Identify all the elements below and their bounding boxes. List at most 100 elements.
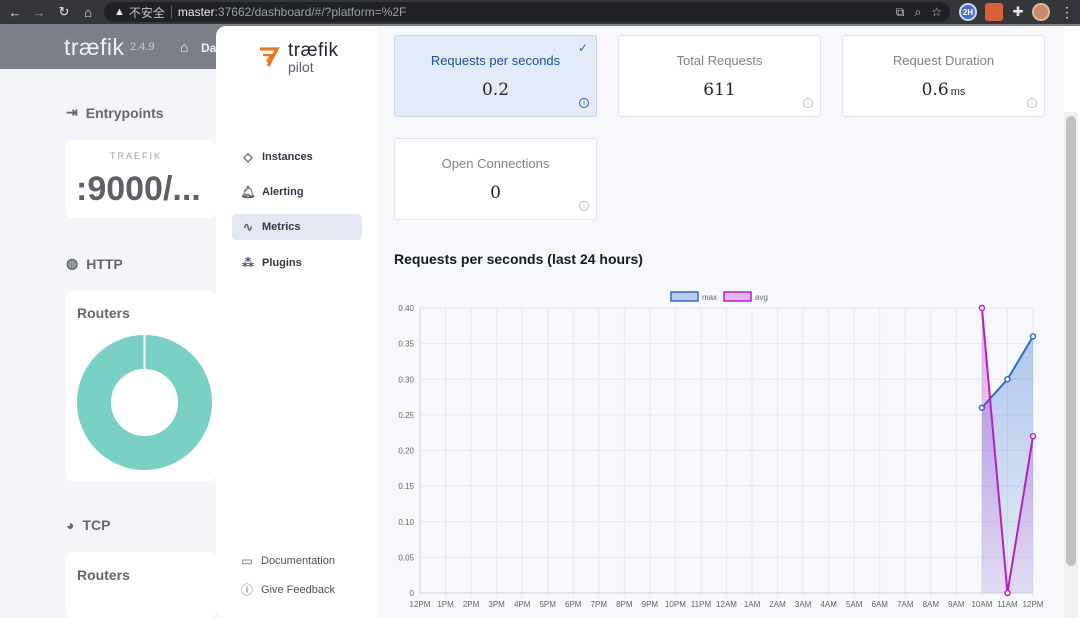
tcp-title: ◕ TCP bbox=[66, 517, 111, 533]
tcp-icon: ◕ bbox=[66, 517, 75, 533]
chart-title: Requests per seconds (last 24 hours) bbox=[394, 251, 643, 267]
info-icon[interactable]: i bbox=[803, 98, 813, 108]
x-tick-label: 4AM bbox=[820, 600, 837, 609]
x-tick-label: 1PM bbox=[437, 600, 454, 609]
legend-label: avg bbox=[755, 293, 768, 302]
info-icon[interactable]: i bbox=[579, 201, 589, 211]
x-tick-label: 5AM bbox=[846, 600, 863, 609]
x-tick-label: 11AM bbox=[997, 600, 1018, 609]
metrics-main: ✓ Requests per seconds 0.2 i Total Reque… bbox=[378, 26, 1064, 618]
info-icon[interactable]: i bbox=[1027, 98, 1037, 108]
metric-label: Total Requests bbox=[676, 53, 763, 68]
y-tick-label: 0.10 bbox=[398, 518, 414, 527]
metric-label: Requests per seconds bbox=[430, 53, 561, 68]
cubes-icon: ⁂ bbox=[242, 256, 254, 270]
feedback-icon: ⓘ bbox=[240, 583, 253, 597]
metric-card-requests-per-second[interactable]: ✓ Requests per seconds 0.2 i bbox=[394, 35, 597, 117]
nav-instances[interactable]: ◇ Instances bbox=[232, 144, 362, 170]
extension-avatar-icon[interactable]: 2H bbox=[959, 3, 977, 21]
x-tick-label: 10PM bbox=[665, 600, 686, 609]
pilot-panel: træfik pilot ◇ Instances 🔔︎ Alerting ∿ M… bbox=[216, 26, 1080, 618]
x-tick-label: 12PM bbox=[1023, 600, 1044, 609]
version-label: 2.4.9 bbox=[130, 41, 155, 53]
metric-unit: ms bbox=[950, 86, 966, 98]
zoom-icon[interactable]: ⌕ bbox=[915, 5, 922, 20]
y-tick-label: 0.40 bbox=[398, 304, 414, 313]
y-tick-label: 0.20 bbox=[398, 447, 414, 456]
nav-plugins[interactable]: ⁂ Plugins bbox=[232, 250, 362, 276]
bookmark-star-icon[interactable]: ☆ bbox=[931, 5, 942, 19]
x-tick-label: 6AM bbox=[872, 600, 889, 609]
y-tick-label: 0.05 bbox=[398, 553, 414, 562]
entrypoints-title: ⇥ Entrypoints bbox=[66, 104, 164, 121]
x-tick-label: 12AM bbox=[716, 600, 737, 609]
bell-icon: 🔔︎ bbox=[240, 185, 256, 199]
metric-value: 0.6 ms bbox=[921, 80, 966, 100]
x-tick-label: 2AM bbox=[769, 600, 786, 609]
metric-card-total-requests[interactable]: Total Requests 611 i bbox=[618, 35, 821, 117]
scrollbar-thumb[interactable] bbox=[1066, 116, 1076, 566]
profile-avatar[interactable] bbox=[1032, 3, 1050, 21]
feedback-link[interactable]: ⓘ Give Feedback bbox=[240, 581, 335, 598]
warning-icon: ▲ bbox=[114, 6, 125, 18]
book-icon: ▭ bbox=[241, 554, 253, 568]
http-title: ◍ HTTP bbox=[66, 255, 123, 272]
metric-label: Open Connections bbox=[441, 156, 550, 171]
traefik-logo: træfik bbox=[64, 34, 125, 60]
security-label: 不安全 bbox=[128, 5, 165, 20]
divider bbox=[170, 6, 172, 18]
info-icon[interactable]: i bbox=[579, 98, 589, 108]
data-point-avg bbox=[1029, 433, 1037, 440]
nav-dashboard-label[interactable]: Da bbox=[201, 41, 216, 55]
x-tick-label: 5PM bbox=[539, 600, 556, 609]
pulse-icon: ∿ bbox=[242, 220, 254, 234]
x-tick-label: 12PM bbox=[410, 600, 431, 609]
legend-swatch bbox=[670, 291, 699, 302]
x-tick-label: 8PM bbox=[616, 600, 633, 609]
scrollbar[interactable] bbox=[1064, 112, 1078, 618]
pilot-logo-icon bbox=[260, 47, 280, 67]
x-tick-label: 7AM bbox=[897, 600, 914, 609]
x-tick-label: 9PM bbox=[642, 600, 659, 609]
documentation-link[interactable]: ▭ Documentation bbox=[240, 554, 335, 568]
metric-value: 0.2 bbox=[481, 80, 510, 100]
extension-icon[interactable] bbox=[985, 3, 1003, 21]
translate-icon[interactable]: ⧉ bbox=[896, 5, 905, 20]
x-tick-label: 6PM bbox=[565, 600, 582, 609]
data-point-avg bbox=[1004, 589, 1011, 597]
routers-donut-chart bbox=[77, 335, 212, 470]
data-point-max bbox=[1029, 333, 1037, 340]
menu-dots-icon[interactable]: ⋮ bbox=[1058, 3, 1076, 21]
reload-icon[interactable]: ↻ bbox=[53, 0, 75, 24]
routers-label: Routers bbox=[77, 305, 130, 321]
forward-arrow-icon[interactable]: → bbox=[28, 0, 50, 24]
address-bar[interactable]: ▲ 不安全 master:37662/dashboard/#/?platform… bbox=[104, 2, 950, 22]
puzzle-icon[interactable]: ✚ bbox=[1009, 3, 1027, 21]
x-tick-label: 2PM bbox=[463, 600, 480, 609]
back-arrow-icon[interactable]: ← bbox=[4, 0, 26, 24]
entrypoint-value: :9000/... bbox=[76, 170, 201, 208]
routers-label-tcp: Routers bbox=[77, 567, 130, 583]
y-tick-label: 0 bbox=[410, 589, 415, 598]
home-icon[interactable]: ⌂ bbox=[77, 0, 99, 24]
y-tick-label: 0.35 bbox=[398, 340, 414, 349]
metric-card-open-connections[interactable]: Open Connections 0 i bbox=[394, 138, 597, 220]
y-tick-label: 0.30 bbox=[398, 375, 414, 384]
url-host: master bbox=[177, 5, 215, 19]
nav-metrics[interactable]: ∿ Metrics bbox=[232, 214, 362, 240]
home-icon[interactable]: ⌂ bbox=[180, 39, 188, 55]
entrypoint-name: TRAEFIK bbox=[110, 151, 163, 161]
x-tick-label: 1AM bbox=[744, 600, 761, 609]
metric-card-request-duration[interactable]: Request Duration 0.6 ms i bbox=[842, 35, 1045, 117]
metric-value: 0 bbox=[490, 183, 501, 203]
data-point-avg bbox=[978, 304, 986, 312]
url-path: :37662/dashboard/#/?platform=%2F bbox=[214, 5, 407, 19]
x-tick-label: 8AM bbox=[923, 600, 940, 609]
x-tick-label: 3PM bbox=[488, 600, 505, 609]
data-point-max bbox=[1004, 376, 1011, 383]
tcp-routers-card[interactable] bbox=[66, 552, 216, 618]
x-tick-label: 11PM bbox=[691, 600, 712, 609]
x-tick-label: 3AM bbox=[795, 600, 812, 609]
pilot-logo-subtitle: pilot bbox=[288, 59, 314, 75]
nav-alerting[interactable]: 🔔︎ Alerting bbox=[232, 179, 362, 205]
